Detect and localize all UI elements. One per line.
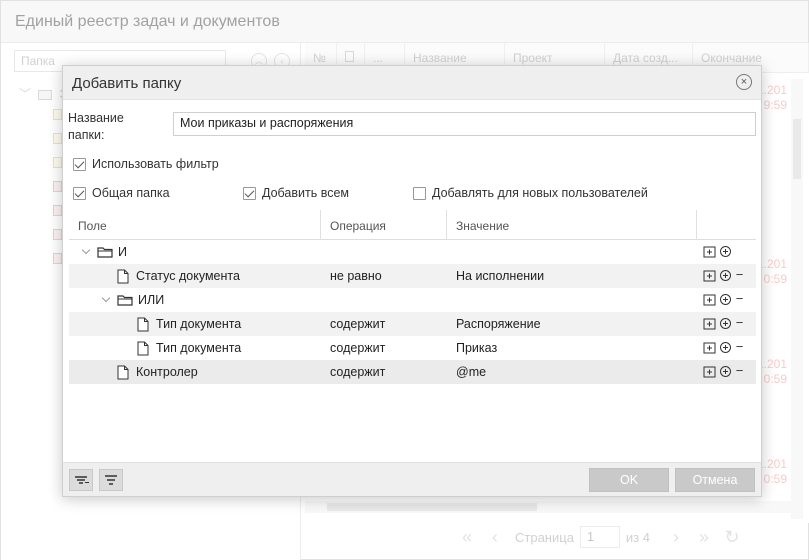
add-condition-icon[interactable] <box>719 365 732 378</box>
filter-group-row[interactable]: ИЛИ − <box>69 288 756 312</box>
filter-table-header: Поле Операция Значение <box>69 210 756 240</box>
checkbox-unchecked-icon <box>413 186 426 200</box>
column-value[interactable]: Значение <box>447 210 697 240</box>
row-actions: − <box>703 292 744 306</box>
add-condition-icon[interactable] <box>719 293 732 306</box>
dialog-footer: OK Отмена <box>63 462 761 496</box>
filter-condition-row[interactable]: Контролер содержит @me − <box>69 360 756 384</box>
row-field: Тип документа <box>156 317 242 331</box>
document-icon <box>117 269 129 283</box>
add-condition-icon[interactable] <box>719 317 732 330</box>
add-condition-icon[interactable] <box>719 245 732 258</box>
document-icon <box>137 341 149 355</box>
checkbox-checked-icon <box>243 186 256 200</box>
row-field: Статус документа <box>136 269 240 283</box>
use-filter-label: Использовать фильтр <box>92 157 219 171</box>
row-field: Тип документа <box>156 341 242 355</box>
filter-condition-row[interactable]: Тип документа содержит Приказ − <box>69 336 756 360</box>
row-actions: − <box>703 316 744 330</box>
filter-condition-row[interactable]: Статус документа не равно На исполнении … <box>69 264 756 288</box>
filter-button[interactable] <box>99 469 123 491</box>
folder-name-input[interactable]: Мои приказы и распоряжения <box>173 112 756 136</box>
ok-button[interactable]: OK <box>589 468 669 492</box>
remove-icon[interactable]: − <box>735 268 744 282</box>
dialog-header: Добавить папку × <box>63 66 761 100</box>
add-all-label: Добавить всем <box>262 186 350 200</box>
row-actions: − <box>703 340 744 354</box>
add-group-icon[interactable] <box>703 341 716 354</box>
expand-all-button[interactable] <box>69 469 93 491</box>
folder-open-icon <box>117 295 133 306</box>
folder-name-label: Название папки: <box>68 111 124 142</box>
remove-icon[interactable]: − <box>735 340 744 354</box>
row-actions: − <box>703 364 744 378</box>
filter-condition-row[interactable]: Тип документа содержит Распоряжение − <box>69 312 756 336</box>
row-operation: содержит <box>330 365 386 379</box>
row-field: ИЛИ <box>138 293 165 307</box>
remove-icon[interactable]: − <box>735 292 744 306</box>
shared-folder-label: Общая папка <box>92 186 170 200</box>
chevron-down-icon[interactable] <box>101 295 111 305</box>
add-new-users-checkbox[interactable]: Добавлять для новых пользователей <box>413 186 648 200</box>
add-condition-icon[interactable] <box>719 269 732 282</box>
checkbox-checked-icon <box>73 157 86 171</box>
cancel-button[interactable]: Отмена <box>675 468 755 492</box>
add-group-icon[interactable] <box>703 365 716 378</box>
filter-table: Поле Операция Значение И Статус документ… <box>69 210 756 384</box>
remove-icon[interactable]: − <box>735 364 744 378</box>
remove-icon[interactable]: − <box>735 316 744 330</box>
row-actions <box>703 245 744 258</box>
row-value: @me <box>456 365 487 379</box>
row-value: На исполнении <box>456 269 545 283</box>
checkbox-checked-icon <box>73 186 86 200</box>
document-icon <box>117 365 129 379</box>
add-all-checkbox[interactable]: Добавить всем <box>243 186 349 200</box>
add-folder-dialog: Добавить папку × Название папки: Мои при… <box>62 65 762 497</box>
filter-group-row[interactable]: И <box>69 240 756 264</box>
close-icon[interactable]: × <box>736 74 752 90</box>
row-field: И <box>118 245 127 259</box>
add-group-icon[interactable] <box>703 245 716 258</box>
row-value: Приказ <box>456 341 498 355</box>
column-field[interactable]: Поле <box>69 210 321 240</box>
add-group-icon[interactable] <box>703 317 716 330</box>
folder-open-icon <box>97 247 113 258</box>
row-operation: содержит <box>330 317 386 331</box>
row-field: Контролер <box>136 365 198 379</box>
row-operation: не равно <box>330 269 382 283</box>
row-value: Распоряжение <box>456 317 541 331</box>
add-condition-icon[interactable] <box>719 341 732 354</box>
row-actions: − <box>703 268 744 282</box>
add-group-icon[interactable] <box>703 293 716 306</box>
use-filter-checkbox[interactable]: Использовать фильтр <box>73 157 219 171</box>
row-operation: содержит <box>330 341 386 355</box>
chevron-down-icon[interactable] <box>81 247 91 257</box>
add-new-users-label: Добавлять для новых пользователей <box>432 186 648 200</box>
document-icon <box>137 317 149 331</box>
filter-icon <box>105 475 117 485</box>
add-group-icon[interactable] <box>703 269 716 282</box>
column-operation[interactable]: Операция <box>321 210 447 240</box>
filter-list-icon <box>75 476 89 484</box>
shared-folder-checkbox[interactable]: Общая папка <box>73 186 170 200</box>
dialog-title: Добавить папку <box>72 75 182 92</box>
